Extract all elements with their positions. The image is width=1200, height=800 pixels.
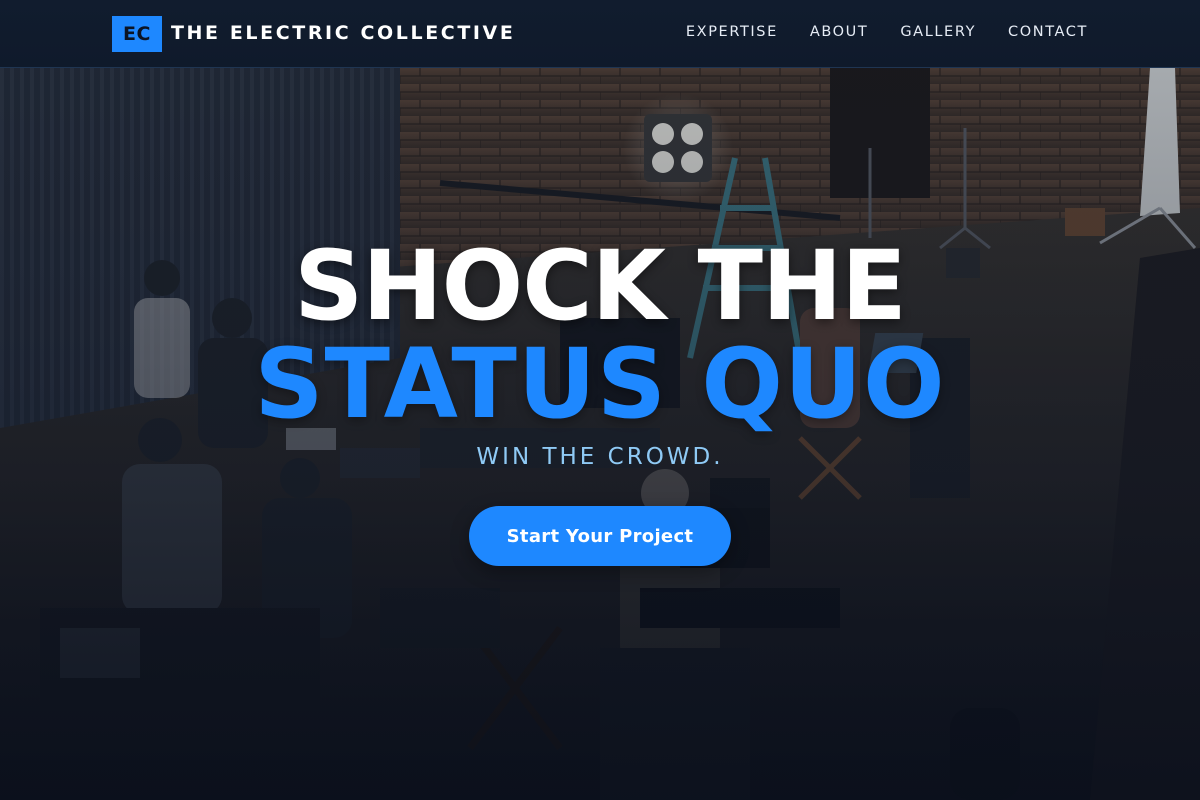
nav-link-expertise[interactable]: EXPERTISE [686,24,778,40]
main-nav: EXPERTISE ABOUT GALLERY CONTACT [686,24,1088,40]
hero-section: SHOCK THE STATUS QUO WIN THE CROWD. Star… [0,68,1200,800]
nav-link-gallery[interactable]: GALLERY [900,24,976,40]
site-header: EC THE ELECTRIC COLLECTIVE EXPERTISE ABO… [0,0,1200,68]
brand-name[interactable]: THE ELECTRIC COLLECTIVE [171,22,515,44]
logo-mark[interactable]: EC [112,16,162,52]
hero-headline-line-1: SHOCK THE [294,230,907,342]
hero-subheadline: WIN THE CROWD. [476,444,724,470]
nav-link-about[interactable]: ABOUT [810,24,869,40]
page: EC THE ELECTRIC COLLECTIVE EXPERTISE ABO… [0,0,1200,800]
nav-link-contact[interactable]: CONTACT [1008,24,1088,40]
start-project-button[interactable]: Start Your Project [469,506,731,566]
hero-headline-line-2: STATUS QUO [254,328,946,440]
